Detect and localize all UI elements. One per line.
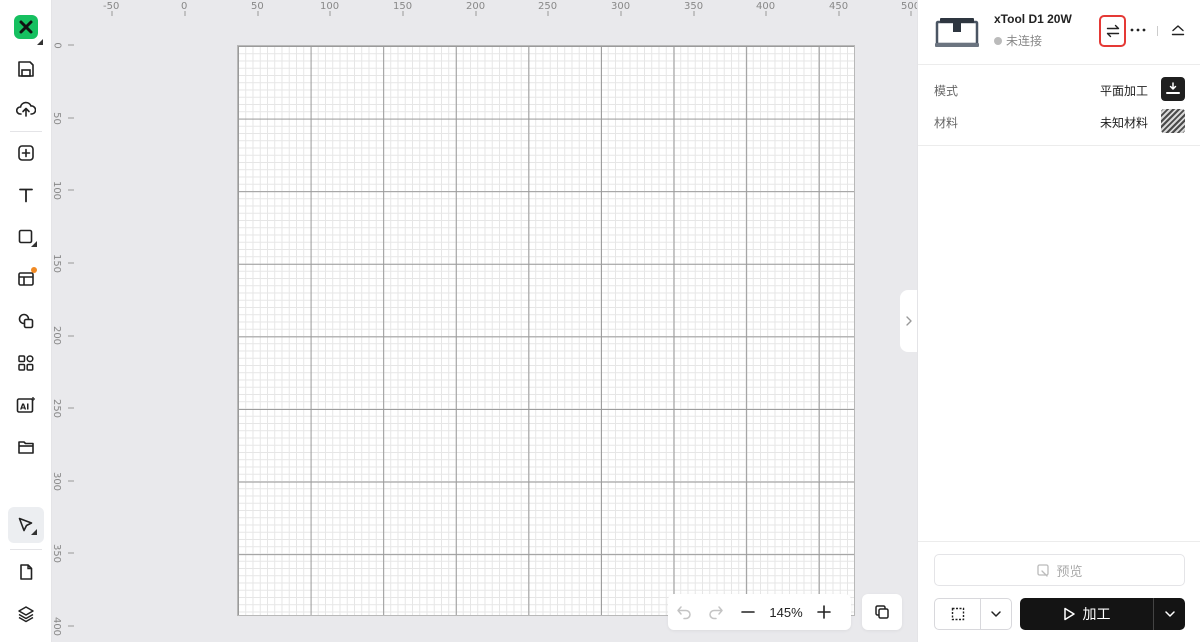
chevron-down-icon <box>1164 611 1175 617</box>
preview-label: 预览 <box>1056 563 1083 579</box>
material-swatch-icon[interactable] <box>1161 109 1185 133</box>
plus-icon <box>817 605 831 619</box>
panel-collapse-toggle[interactable] <box>900 290 918 352</box>
panel-divider <box>918 541 1200 542</box>
frame-button-group <box>934 598 1012 630</box>
notification-dot <box>31 267 37 273</box>
combine-button[interactable] <box>8 303 44 339</box>
panel-divider <box>918 145 1200 146</box>
frame-dropdown-button[interactable] <box>980 599 1011 629</box>
upload-button[interactable] <box>8 91 44 127</box>
redo-button[interactable] <box>700 594 732 630</box>
chevron-down-icon <box>991 611 1001 617</box>
more-options-button[interactable] <box>1129 18 1147 42</box>
apps-button[interactable] <box>8 345 44 381</box>
folder-icon <box>18 441 34 454</box>
status-dot <box>994 36 1002 45</box>
material-value[interactable]: 未知材料 <box>1100 114 1148 131</box>
frame-button[interactable] <box>935 599 980 629</box>
frame-icon <box>951 607 964 621</box>
work-area-grid[interactable] <box>237 45 855 616</box>
zoom-in-button[interactable] <box>808 594 840 630</box>
cloud-upload-icon <box>16 101 36 117</box>
panel-divider <box>918 64 1200 65</box>
device-panel: xTool D1 20W 未连接 模式 平面加工 材料 未知材料 预览 加工 <box>917 0 1200 642</box>
submenu-corner-icon <box>31 241 37 247</box>
preview-icon <box>1037 564 1050 577</box>
mode-selector-button[interactable] <box>1161 77 1185 101</box>
apps-icon <box>18 355 34 371</box>
add-button[interactable] <box>8 135 44 171</box>
process-dropdown-button[interactable] <box>1153 598 1185 630</box>
save-button[interactable] <box>8 51 44 87</box>
laser-device-icon <box>935 18 979 47</box>
zoom-out-button[interactable] <box>732 594 764 630</box>
file-icon <box>20 564 33 580</box>
material-label: 材料 <box>934 116 959 130</box>
design-canvas-area[interactable] <box>52 0 917 642</box>
more-icon <box>1130 28 1146 32</box>
pen-tool-button[interactable] <box>8 507 44 543</box>
play-icon <box>1063 607 1075 621</box>
switch-arrows-icon <box>1106 24 1119 38</box>
process-label: 加工 <box>1082 606 1111 622</box>
undo-button[interactable] <box>668 594 700 630</box>
ai-icon: AI <box>16 397 35 413</box>
device-name: xTool D1 20W <box>994 12 1072 26</box>
preview-button[interactable]: 预览 <box>934 554 1185 586</box>
copy-icon <box>875 605 889 619</box>
layers-button[interactable] <box>8 596 44 632</box>
text-icon <box>19 188 33 203</box>
chevron-right-icon <box>906 316 912 326</box>
template-button[interactable] <box>8 261 44 297</box>
undo-icon <box>677 606 691 620</box>
plus-square-icon <box>18 145 34 161</box>
switch-device-button[interactable] <box>1099 15 1126 47</box>
process-button[interactable]: 加工 <box>1020 598 1153 630</box>
mode-label: 模式 <box>934 84 959 98</box>
overlap-icon <box>18 313 34 329</box>
app-logo[interactable] <box>14 15 38 39</box>
ai-button[interactable]: AI <box>8 387 44 423</box>
horizontal-ruler: -50 0 50 100 150 200 250 300 350 400 450… <box>52 0 920 16</box>
toolbar-divider <box>10 549 42 550</box>
collapse-header-button[interactable] <box>1170 22 1186 38</box>
device-status: 未连接 <box>994 32 1042 49</box>
zoom-level[interactable]: 145% <box>764 605 808 620</box>
minus-icon <box>741 611 755 613</box>
svg-text:AI: AI <box>20 403 29 412</box>
toolbar-divider <box>10 131 42 132</box>
left-toolbar: AI <box>0 0 52 642</box>
mode-value[interactable]: 平面加工 <box>1100 82 1148 99</box>
folder-button[interactable] <box>8 429 44 465</box>
shape-tool-button[interactable] <box>8 219 44 255</box>
submenu-corner-icon <box>31 529 37 535</box>
header-divider <box>1157 26 1158 36</box>
ruler-ticks <box>111 11 912 16</box>
save-icon <box>18 61 34 77</box>
copy-layer-button[interactable] <box>862 594 902 630</box>
ruler-ticks <box>68 44 74 627</box>
vertical-ruler: 0 50 100 150 200 250 300 350 400 <box>51 16 74 642</box>
device-status-text: 未连接 <box>1006 34 1043 48</box>
redo-icon <box>709 606 723 620</box>
logo-menu-caret <box>37 39 43 45</box>
zoom-controls: 145% <box>668 594 851 630</box>
text-tool-button[interactable] <box>8 177 44 213</box>
layers-icon <box>18 606 34 623</box>
process-button-group: 加工 <box>1020 598 1185 630</box>
file-button[interactable] <box>8 554 44 590</box>
chevron-up-icon <box>1171 25 1185 36</box>
xtool-logo-icon <box>19 20 33 34</box>
flat-process-icon <box>1166 82 1180 94</box>
